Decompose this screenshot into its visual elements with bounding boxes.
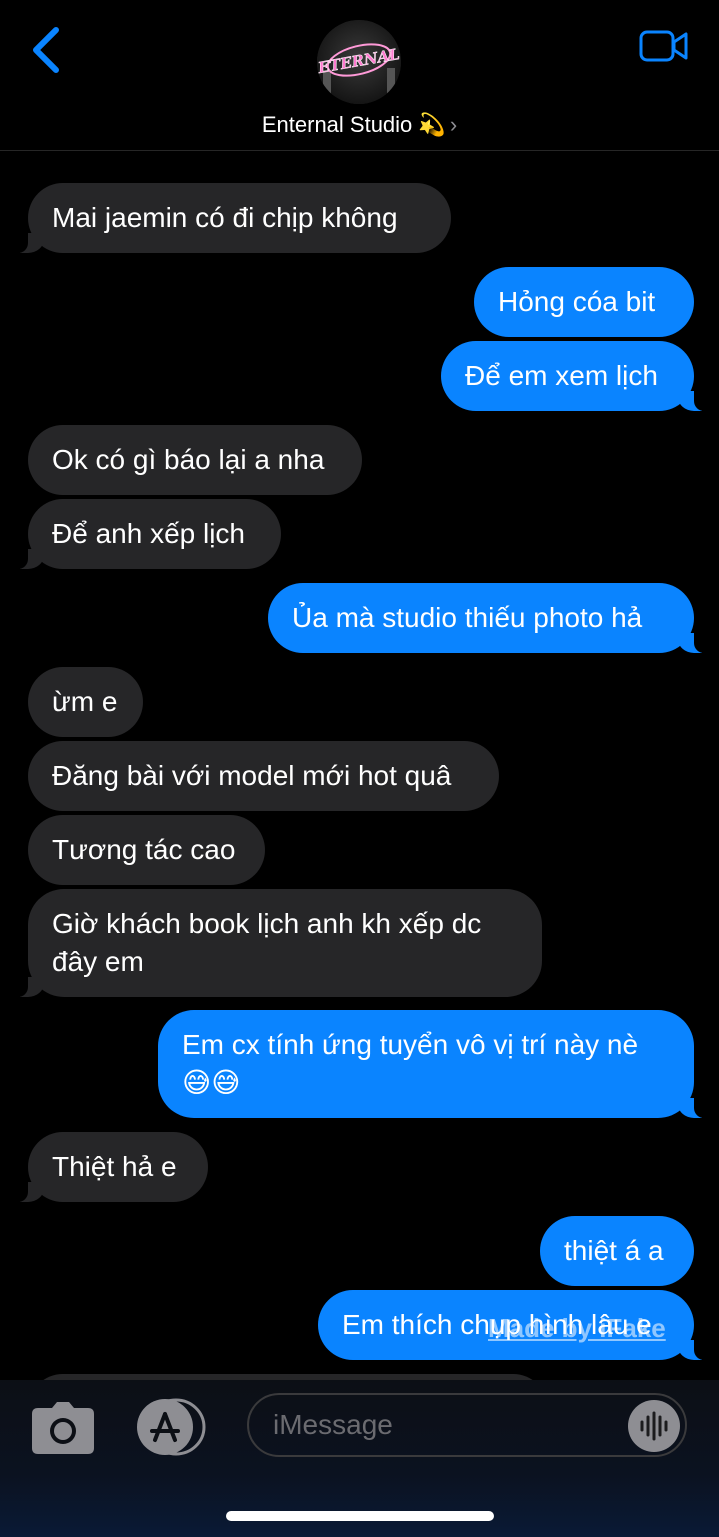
studio-logo: ETERNAL xyxy=(317,20,401,104)
message-text: Để anh xếp lịch xyxy=(52,518,246,549)
chevron-right-icon: › xyxy=(449,112,458,137)
message-text: Ok có gì báo lại a nha xyxy=(52,444,325,475)
message-text: ừm e xyxy=(52,686,118,717)
contact-name-button[interactable]: Enternal Studio 💫 › xyxy=(0,112,719,138)
incoming-message[interactable]: ừm e xyxy=(28,667,143,737)
camera-icon xyxy=(32,1402,94,1454)
message-text: Thiệt hả e xyxy=(52,1151,177,1182)
app-store-button[interactable] xyxy=(134,1398,208,1456)
incoming-message[interactable]: Ok có gì báo lại a nha xyxy=(28,425,362,495)
message-text: Đăng bài với model mới hot quâ xyxy=(52,760,452,791)
message-text: Để em xem lịch xyxy=(465,360,658,391)
message-text: thiệt á a xyxy=(564,1235,664,1266)
incoming-message[interactable]: Tương tác cao xyxy=(28,815,265,885)
message-thread[interactable]: Mai jaemin có đi chịp không Hỏng cóa bit… xyxy=(0,150,719,1380)
outgoing-message[interactable]: Hỏng cóa bit xyxy=(474,267,694,337)
conversation-header: ETERNAL Enternal Studio 💫 › xyxy=(0,0,719,151)
contact-name: Enternal Studio 💫 xyxy=(261,112,446,137)
incoming-message[interactable]: Giờ khách book lịch anh kh xếp dc đây em xyxy=(8,889,542,997)
contact-avatar[interactable]: ETERNAL xyxy=(317,20,401,104)
video-call-button[interactable] xyxy=(638,26,690,66)
incoming-message[interactable]: Mai jaemin có đi chịp không xyxy=(8,183,451,253)
home-indicator[interactable] xyxy=(226,1511,494,1521)
back-button[interactable] xyxy=(26,24,70,76)
watermark: Made by iFake xyxy=(488,1313,666,1343)
audio-message-button[interactable] xyxy=(628,1400,680,1452)
app-store-icon xyxy=(137,1398,206,1456)
outgoing-message[interactable]: Em cx tính ứng tuyển vô vị trí này nè 😅😅 xyxy=(158,1010,714,1118)
chevron-left-icon xyxy=(33,27,59,73)
outgoing-message[interactable]: thiệt á a xyxy=(540,1216,694,1286)
audio-waveform-icon xyxy=(640,1411,668,1441)
message-text: Tương tác cao xyxy=(52,834,236,865)
camera-button[interactable] xyxy=(30,1400,96,1456)
message-text: Em cx tính ứng tuyển vô vị trí này nè 😅😅 xyxy=(182,1029,639,1098)
message-text: Ủa mà studio thiếu photo hả xyxy=(292,602,643,633)
message-text: Mai jaemin có đi chịp không xyxy=(52,202,398,233)
message-input[interactable] xyxy=(247,1393,687,1457)
message-text: Giờ khách book lịch anh kh xếp dc đây em xyxy=(52,908,482,977)
incoming-message[interactable]: Thiệt hả e xyxy=(8,1132,208,1202)
message-text: Hỏng cóa bit xyxy=(498,286,656,317)
incoming-message[interactable]: Để anh xếp lịch xyxy=(8,499,281,569)
incoming-message[interactable]: Đăng bài với model mới hot quâ xyxy=(28,741,499,811)
outgoing-message[interactable]: Ủa mà studio thiếu photo hả xyxy=(268,583,714,653)
outgoing-message[interactable]: Để em xem lịch xyxy=(441,341,714,411)
video-camera-icon xyxy=(639,30,688,62)
